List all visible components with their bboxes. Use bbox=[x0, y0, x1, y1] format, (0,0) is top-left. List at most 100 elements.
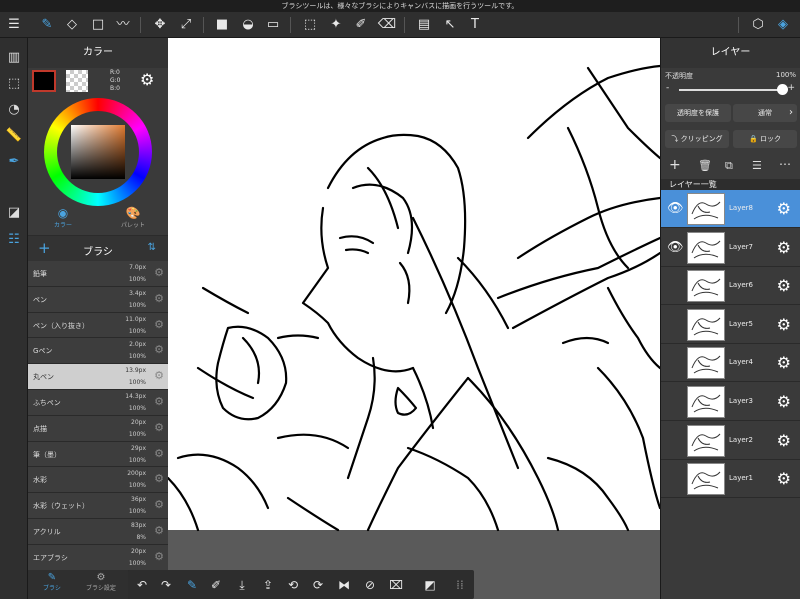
brush-item[interactable]: ペン（入り抜き） 11.0px 100% ⚙ bbox=[28, 312, 168, 339]
layer-row[interactable]: 👁Layer1⚙ bbox=[661, 460, 800, 499]
layer-row[interactable]: 👁Layer6⚙ bbox=[661, 267, 800, 306]
layer-row[interactable]: 👁 Layer8 ⚙ bbox=[661, 190, 800, 228]
brush-settings-gear-icon[interactable]: ⚙ bbox=[154, 266, 164, 279]
snap-icon[interactable]: ◔ bbox=[4, 100, 24, 120]
protect-alpha-button[interactable]: 透明度を保護 bbox=[665, 104, 731, 122]
transform-tool-icon[interactable]: ⤢ bbox=[176, 15, 196, 35]
text-tool-icon[interactable]: T bbox=[465, 15, 485, 35]
brush-item[interactable]: ふちペン 14.3px 100% ⚙ bbox=[28, 389, 168, 416]
layer-list-icon[interactable]: ☰ bbox=[752, 159, 762, 172]
layer-row[interactable]: 👁Layer3⚙ bbox=[661, 383, 800, 421]
color-square[interactable] bbox=[71, 125, 125, 179]
fill-color-icon[interactable]: ■ bbox=[212, 15, 232, 35]
select-pen-icon[interactable]: ✐ bbox=[351, 15, 371, 35]
undo-icon[interactable]: ↶ bbox=[132, 575, 152, 595]
eye-icon[interactable]: 👁 bbox=[667, 201, 684, 216]
ruler-icon[interactable]: 📏 bbox=[4, 126, 24, 146]
brush-settings-gear-icon[interactable]: ⚙ bbox=[154, 395, 164, 408]
brush-item[interactable]: 鉛筆 7.0px 100% ⚙ bbox=[28, 261, 168, 287]
blend-mode-button[interactable]: 通常 › bbox=[733, 104, 797, 122]
layer-settings-gear-icon[interactable]: ⚙ bbox=[777, 392, 791, 411]
layer-row[interactable]: 👁Layer2⚙ bbox=[661, 421, 800, 460]
snap-off-icon[interactable]: ⊘ bbox=[360, 575, 380, 595]
operation-tool-icon[interactable]: ↖ bbox=[440, 15, 460, 35]
brush-settings-gear-icon[interactable]: ⚙ bbox=[154, 292, 164, 305]
redo-icon[interactable]: ↷ bbox=[156, 575, 176, 595]
rotate-left-icon[interactable]: ⟲ bbox=[283, 575, 303, 595]
brush-settings-gear-icon[interactable]: ⚙ bbox=[154, 343, 164, 356]
brush-settings-gear-icon[interactable]: ⚙ bbox=[154, 498, 164, 511]
stroke-tool-icon[interactable]: 〰 bbox=[113, 15, 133, 35]
select-eraser-icon[interactable]: ⌫ bbox=[377, 15, 397, 35]
brush-settings-gear-icon[interactable]: ⚙ bbox=[154, 318, 164, 331]
stabilizer-icon[interactable]: ✎ bbox=[182, 575, 202, 595]
tab-palette[interactable]: 🎨 パレット bbox=[98, 206, 168, 235]
sort-brush-icon[interactable]: ⇅ bbox=[148, 242, 156, 253]
primary-color-swatch[interactable] bbox=[32, 70, 56, 92]
gradient-tool-icon[interactable]: ▭ bbox=[263, 15, 283, 35]
layer-settings-gear-icon[interactable]: ⚙ bbox=[777, 431, 791, 450]
move-tool-icon[interactable]: ✥ bbox=[150, 15, 170, 35]
clear-icon[interactable]: ⌧ bbox=[386, 575, 406, 595]
layer-row[interactable]: 👁Layer4⚙ bbox=[661, 344, 800, 383]
select-tool-icon[interactable]: ⬚ bbox=[300, 15, 320, 35]
layer-settings-gear-icon[interactable]: ⚙ bbox=[777, 199, 791, 218]
canvas-area[interactable] bbox=[168, 38, 660, 599]
brush-settings-gear-icon[interactable]: ⚙ bbox=[154, 447, 164, 460]
layers-icon[interactable]: ◈ bbox=[773, 15, 793, 35]
bucket-tool-icon[interactable]: ◒ bbox=[238, 15, 258, 35]
selection-icon[interactable]: ⬚ bbox=[4, 74, 24, 94]
grip-icon[interactable]: ⁞⁞ bbox=[450, 575, 470, 595]
rectangle-tool-icon[interactable]: □ bbox=[88, 15, 108, 35]
brush-item[interactable]: 筆（墨） 29px 100% ⚙ bbox=[28, 441, 168, 468]
tab-brush[interactable]: ✎ ブラシ bbox=[30, 572, 74, 592]
delete-layer-icon[interactable]: 🗑 bbox=[698, 159, 712, 172]
save-icon[interactable]: ⤓ bbox=[232, 575, 252, 595]
brush-settings-gear-icon[interactable]: ⚙ bbox=[154, 369, 164, 382]
pen-icon[interactable]: ✒ bbox=[4, 152, 24, 172]
eye-icon[interactable]: 👁 bbox=[667, 240, 684, 255]
opacity-plus[interactable]: + bbox=[787, 83, 795, 93]
brush-item[interactable]: 丸ペン 13.9px 100% ⚙ bbox=[28, 364, 168, 390]
brush-item[interactable]: エアブラシ 20px 100% ⚙ bbox=[28, 544, 168, 571]
brush-settings-gear-icon[interactable]: ⚙ bbox=[154, 421, 164, 434]
layer-settings-gear-icon[interactable]: ⚙ bbox=[777, 353, 791, 372]
materials-icon[interactable]: ⬡ bbox=[748, 15, 768, 35]
fullscreen-icon[interactable]: ◩ bbox=[420, 575, 440, 595]
clipping-button[interactable]: ⤵ クリッピング bbox=[665, 130, 729, 148]
brush-settings-gear-icon[interactable]: ⚙ bbox=[154, 524, 164, 537]
brush-settings-gear-icon[interactable]: ⚙ bbox=[154, 550, 164, 563]
share-icon[interactable]: ⇪ bbox=[258, 575, 278, 595]
opacity-minus[interactable]: - bbox=[666, 83, 669, 93]
pages-icon[interactable]: ▥ bbox=[4, 48, 24, 68]
brush-item[interactable]: 水彩（ウェット） 36px 100% ⚙ bbox=[28, 493, 168, 519]
duplicate-layer-icon[interactable]: ⧉ bbox=[725, 159, 733, 173]
brush-item[interactable]: ペン 3.4px 100% ⚙ bbox=[28, 286, 168, 313]
eraser-tool-icon[interactable]: ◇ bbox=[62, 15, 82, 35]
lock-button[interactable]: 🔒 ロック bbox=[733, 130, 797, 148]
layer-row[interactable]: 👁Layer5⚙ bbox=[661, 305, 800, 344]
layer-settings-gear-icon[interactable]: ⚙ bbox=[777, 315, 791, 334]
drawing-canvas[interactable] bbox=[168, 38, 660, 599]
color-settings-gear-icon[interactable]: ⚙ bbox=[140, 70, 154, 89]
brush-item[interactable]: 水彩 200px 100% ⚙ bbox=[28, 467, 168, 494]
rotate-right-icon[interactable]: ⟳ bbox=[308, 575, 328, 595]
brush-item[interactable]: Gペン 2.0px 100% ⚙ bbox=[28, 338, 168, 365]
brush-item[interactable]: 点描 20px 100% ⚙ bbox=[28, 415, 168, 442]
layer-settings-gear-icon[interactable]: ⚙ bbox=[777, 469, 791, 488]
opacity-slider-knob[interactable] bbox=[777, 84, 788, 95]
color-wheel[interactable] bbox=[44, 98, 152, 206]
magic-wand-icon[interactable]: ✦ bbox=[326, 15, 346, 35]
brush-settings-gear-icon[interactable]: ⚙ bbox=[154, 472, 164, 485]
more-icon[interactable]: ⋯ bbox=[779, 157, 791, 171]
eyedropper-icon[interactable]: ✐ bbox=[206, 575, 226, 595]
brush-item[interactable]: アクリル 83px 8% ⚙ bbox=[28, 518, 168, 545]
add-layer-icon[interactable]: + bbox=[669, 157, 681, 173]
flip-icon[interactable]: ⧓ bbox=[334, 575, 354, 595]
opacity-slider[interactable] bbox=[679, 84, 788, 95]
tab-brush-settings[interactable]: ⚙ ブラシ設定 bbox=[76, 572, 126, 592]
layer-row[interactable]: 👁 Layer7 ⚙ bbox=[661, 228, 800, 267]
brush-list-icon[interactable]: ☷ bbox=[4, 230, 24, 250]
brush-tool-icon[interactable]: ✎ bbox=[37, 15, 57, 35]
frame-divider-icon[interactable]: ▤ bbox=[414, 15, 434, 35]
